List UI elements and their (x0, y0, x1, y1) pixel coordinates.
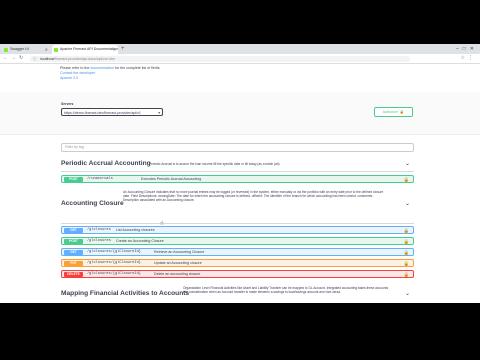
operation-path: /glclosures/{glClosureId} (87, 272, 141, 276)
documentation-link[interactable]: documentation (90, 66, 114, 70)
lock-icon[interactable]: 🔒 (404, 227, 409, 234)
method-badge: POST (64, 239, 83, 244)
swagger-favicon-icon (54, 47, 58, 52)
tag-description: Periodic Accrual is to accrue the loan i… (149, 162, 281, 166)
back-arrow-icon[interactable]: ← (3, 54, 8, 63)
site-info-icon[interactable]: ⓘ (33, 56, 37, 62)
operation-delete-glclosure[interactable]: DELETE /glclosures/{glClosureId} Delete … (61, 270, 414, 278)
operation-summary: Create an Accounting Closure (116, 239, 164, 243)
reload-icon[interactable]: ↻ (19, 54, 23, 63)
tag-title: Accounting Closure (61, 200, 124, 207)
server-select[interactable]: https://demo.fineract.dev/fineract-provi… (61, 108, 163, 116)
operation-summary: Executes Periodic Accrual Accounting (141, 177, 202, 181)
tag-section-mapping-financial-activities[interactable]: Mapping Financial Activities to Accounts… (61, 286, 414, 303)
operation-summary: Retrieve an Accounting Closure (154, 250, 205, 254)
server-value: https://demo.fineract.dev/fineract-provi… (64, 111, 141, 115)
window-controls[interactable]: –□✕ (456, 44, 478, 54)
operation-summary: Update an Accounting closure (154, 261, 202, 265)
method-badge: GET (64, 250, 83, 255)
tag-title: Mapping Financial Activities to Accounts (61, 290, 190, 297)
lock-icon[interactable]: 🔒 (404, 176, 409, 183)
info-tail: for the complete list of fields. (114, 66, 161, 70)
operation-path: /runaccruals (87, 177, 113, 181)
lock-icon[interactable]: 🔒 (404, 238, 409, 245)
swagger-favicon-icon (4, 47, 8, 52)
browser-tab-fineract[interactable]: Apache Fineract API Documentation ✕ (52, 45, 118, 54)
license-link[interactable]: Apache 2.0 (60, 76, 161, 81)
url-host: localhost (40, 56, 55, 61)
close-icon[interactable]: ✕ (113, 45, 116, 54)
lock-icon: 🔒 (399, 110, 405, 114)
operation-get-glclosure-by-id[interactable]: GET /glclosures/{glClosureId} Retrieve a… (61, 248, 414, 256)
method-badge: POST (64, 177, 83, 182)
url-path: /fineract-provider/api-docs/apiLive.htm (54, 56, 116, 61)
pointer-cursor-icon: ☝ (160, 221, 164, 227)
operation-path: /glclosures/{glClosureId} (87, 250, 141, 254)
tag-title: Periodic Accrual Accounting (61, 160, 151, 167)
browser-tab-swagger[interactable]: Swagger UI ✕ (2, 45, 50, 54)
tab-strip: Swagger UI ✕ Apache Fineract API Documen… (0, 44, 480, 54)
browser-window: Swagger UI ✕ Apache Fineract API Documen… (0, 44, 480, 303)
lock-icon[interactable]: 🔒 (404, 271, 409, 278)
toolbar-icons[interactable]: ☆⋮ (461, 54, 476, 63)
lock-icon[interactable]: 🔒 (404, 260, 409, 267)
operation-path: /glclosures (87, 228, 111, 232)
operation-summary: Delete an accounting closure (154, 272, 201, 276)
method-badge: DELETE (64, 272, 83, 277)
new-tab-button[interactable]: + (121, 45, 125, 54)
forward-arrow-icon[interactable]: → (11, 54, 16, 63)
filter-input[interactable]: Filter by tag (61, 143, 414, 152)
tag-section-accounting-closure[interactable]: Accounting Closure An Accounting Closure… (61, 189, 414, 224)
servers-label: Servers (61, 102, 74, 106)
swagger-page: Please refer to the documentation for th… (0, 64, 480, 303)
chevron-down-icon[interactable]: ⌄ (405, 160, 410, 167)
operation-get-glclosures[interactable]: GET /glclosures List Accounting closures… (61, 226, 414, 234)
close-icon[interactable]: ✕ (45, 45, 48, 54)
operation-summary: List Accounting closures (116, 228, 155, 232)
method-badge: GET (64, 228, 83, 233)
chevron-down-icon[interactable]: ⌄ (405, 290, 410, 297)
tag-description: An Accounting Closure indicates that no … (123, 190, 384, 203)
tab-title: Swagger UI (10, 47, 29, 51)
browser-toolbar: ← → ↻ ⓘ localhost/fineract-provider/api-… (0, 54, 480, 64)
authorize-label: Authorize (382, 110, 398, 114)
tab-title: Apache Fineract API Documentation (60, 47, 118, 51)
method-badge: PUT (64, 261, 83, 266)
address-bar[interactable]: ⓘ localhost/fineract-provider/api-docs/a… (30, 55, 410, 62)
chevron-down-icon: ▾ (158, 111, 160, 115)
tag-description: Organization Level Financial Activities … (183, 286, 389, 295)
lock-icon[interactable]: 🔒 (404, 249, 409, 256)
operation-post-glclosures[interactable]: POST /glclosures Create an Accounting Cl… (61, 237, 414, 245)
operation-post-runaccruals[interactable]: POST /runaccruals Executes Periodic Accr… (61, 175, 414, 183)
authorize-button[interactable]: Authorize 🔒 (374, 107, 413, 117)
api-info: Please refer to the documentation for th… (60, 66, 161, 81)
tag-section-periodic-accrual[interactable]: Periodic Accrual Accounting Periodic Acc… (61, 157, 414, 172)
operation-path: /glclosures (87, 239, 111, 243)
chevron-down-icon[interactable]: ⌄ (405, 200, 410, 207)
operation-put-glclosure[interactable]: PUT /glclosures/{glClosureId} Update an … (61, 259, 414, 267)
info-text: Please refer to the (60, 66, 90, 70)
operation-path: /glclosures/{glClosureId} (87, 261, 141, 265)
